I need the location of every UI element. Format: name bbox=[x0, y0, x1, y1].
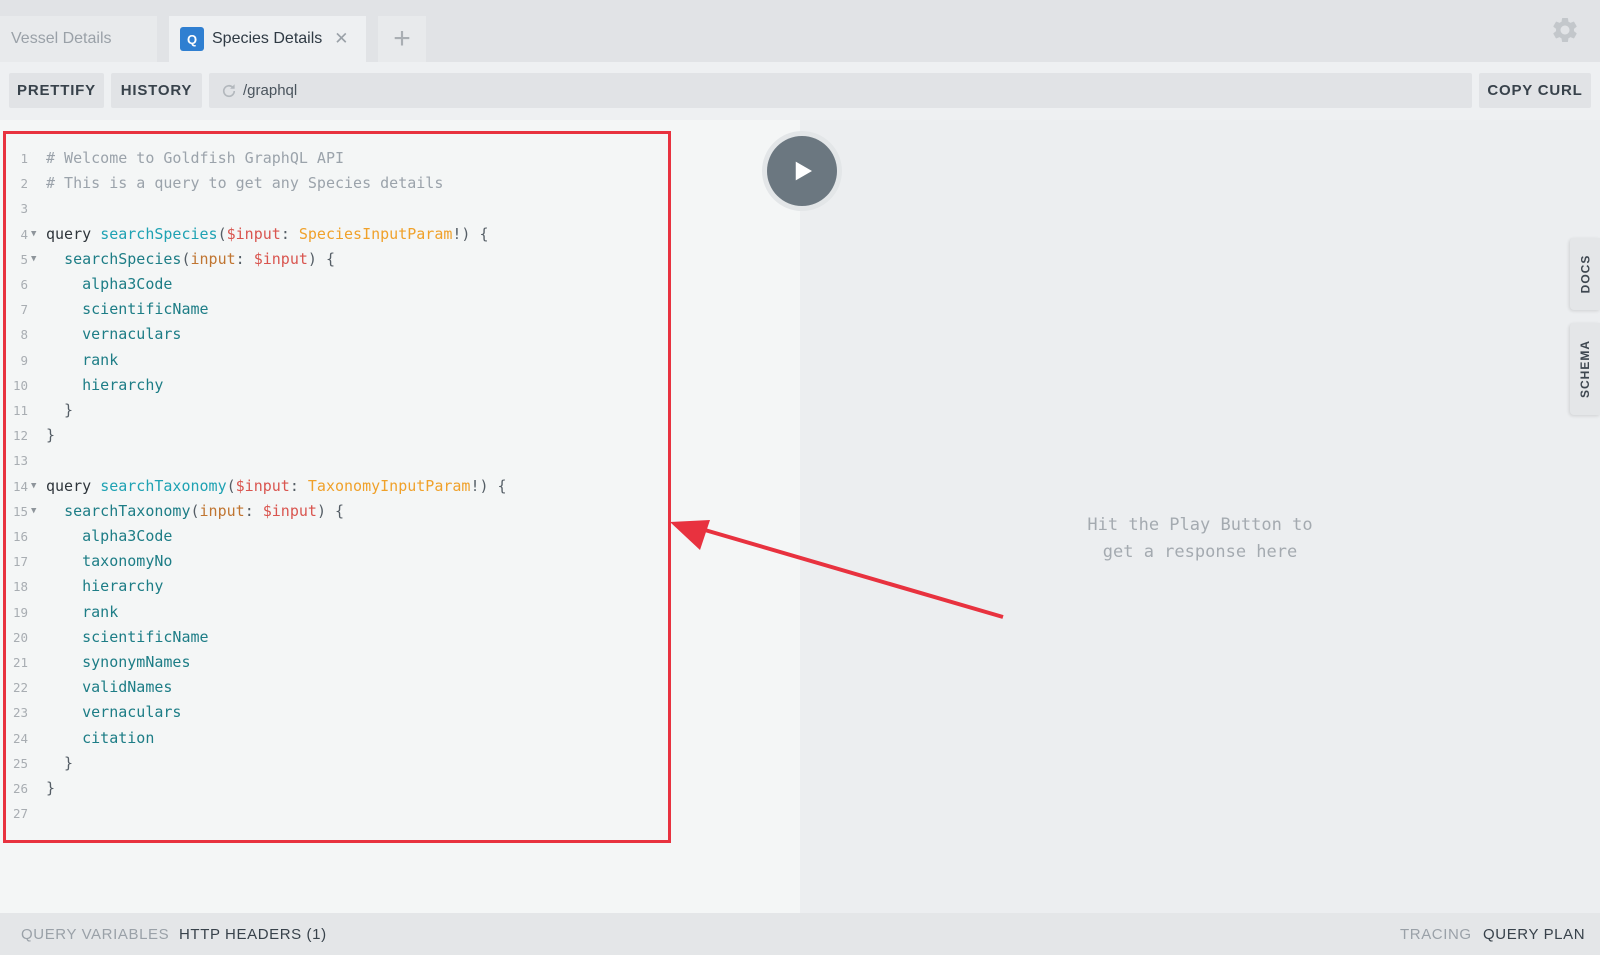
tab-bar: Vessel Details Q Species Details ✕ + bbox=[0, 0, 1600, 62]
bottom-bar: QUERY VARIABLES HTTP HEADERS (1) TRACING… bbox=[0, 913, 1600, 955]
annotation-arrow-icon bbox=[670, 520, 1004, 619]
plus-icon[interactable]: + bbox=[378, 16, 426, 62]
endpoint-url-text: /graphql bbox=[243, 82, 298, 99]
history-button[interactable]: HISTORY bbox=[111, 73, 202, 108]
annotation-highlight-box bbox=[3, 131, 671, 843]
query-badge-icon: Q bbox=[180, 27, 204, 51]
tracing-tab[interactable]: TRACING bbox=[1400, 913, 1472, 955]
play-icon bbox=[795, 161, 812, 181]
schema-tab[interactable]: SCHEMA bbox=[1570, 323, 1600, 415]
results-placeholder-line: Hit the Play Button to bbox=[1087, 515, 1313, 535]
schema-tab-label: SCHEMA bbox=[1578, 339, 1593, 399]
tab-label: Vessel Details bbox=[11, 30, 112, 47]
tab-species-details[interactable]: Q Species Details ✕ bbox=[169, 16, 366, 62]
prettify-button[interactable]: PRETTIFY bbox=[9, 73, 104, 108]
reload-icon[interactable] bbox=[220, 82, 238, 100]
query-plan-tab[interactable]: QUERY PLAN bbox=[1483, 913, 1585, 955]
tab-label: Species Details bbox=[212, 30, 323, 47]
run-query-button[interactable] bbox=[767, 136, 837, 206]
gear-icon[interactable] bbox=[1550, 15, 1580, 45]
query-variables-tab[interactable]: QUERY VARIABLES bbox=[21, 913, 169, 955]
toolbar: PRETTIFY HISTORY /graphql COPY CURL bbox=[0, 62, 1600, 120]
endpoint-url-input[interactable]: /graphql bbox=[209, 73, 1472, 108]
close-icon[interactable]: ✕ bbox=[334, 29, 348, 49]
http-headers-tab[interactable]: HTTP HEADERS (1) bbox=[179, 913, 327, 955]
docs-tab-label: DOCS bbox=[1578, 254, 1593, 294]
results-placeholder-line: get a response here bbox=[1102, 542, 1298, 562]
tab-vessel-details[interactable]: Vessel Details bbox=[0, 16, 157, 62]
docs-tab[interactable]: DOCS bbox=[1570, 238, 1600, 310]
copy-curl-button[interactable]: COPY CURL bbox=[1479, 73, 1591, 108]
results-placeholder: Hit the Play Button to get a response he… bbox=[1040, 512, 1360, 566]
